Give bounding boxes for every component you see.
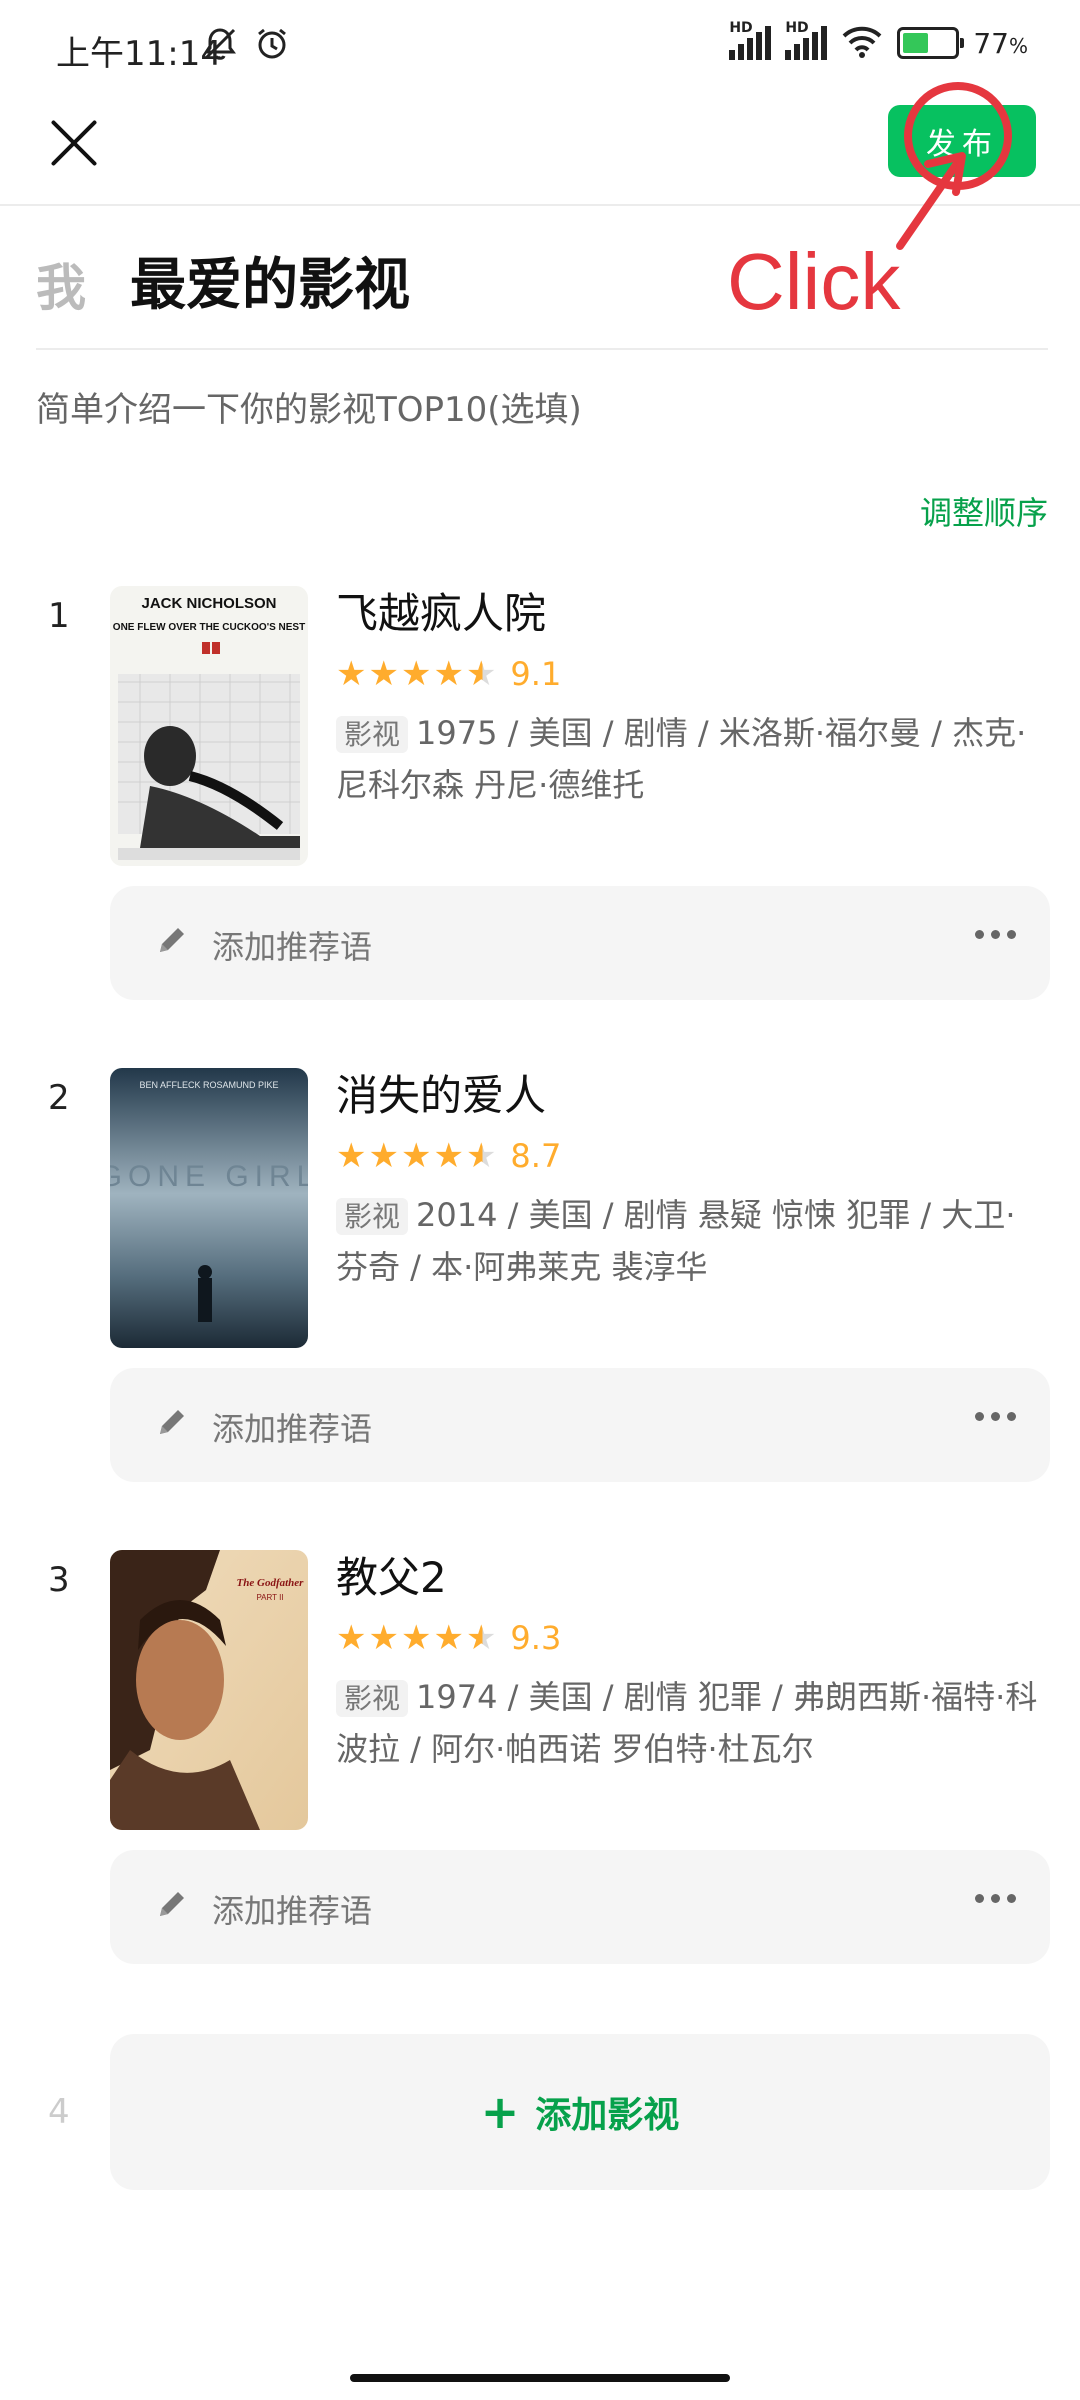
recommendation-placeholder: 添加推荐语 xyxy=(212,1892,373,1930)
battery-percent-unit: % xyxy=(1008,33,1028,58)
movie-title: 飞越疯人院 xyxy=(336,589,547,638)
battery-icon xyxy=(897,27,965,59)
battery-percent-value: 77 xyxy=(973,26,1009,60)
status-left-icons xyxy=(202,26,290,66)
more-icon[interactable] xyxy=(975,930,1016,939)
mute-bell-icon xyxy=(202,26,238,66)
movie-meta: 影视 1974 / 美国 / 剧情 犯罪 / 弗朗西斯·福特·科波拉 / 阿尔·帕… xyxy=(336,1672,1046,1774)
star-icon: ★ xyxy=(368,1136,399,1176)
category-tag: 影视 xyxy=(336,716,409,753)
pencil-icon xyxy=(160,928,184,952)
status-right: HD HD 77% xyxy=(729,20,1028,62)
star-rating: ★ ★ ★ ★ ★ xyxy=(336,1618,496,1658)
movie-meta: 影视 1975 / 美国 / 剧情 / 米洛斯·福尔曼 / 杰克·尼科尔森 丹尼·… xyxy=(336,708,1046,810)
poster-actor-text: JACK NICHOLSON xyxy=(141,595,276,612)
category-tag: 影视 xyxy=(336,1680,409,1717)
add-movie-label: 添加影视 xyxy=(535,2095,680,2136)
pencil-icon xyxy=(160,1892,184,1916)
next-item-number: 4 xyxy=(48,2092,70,2132)
list-title-input[interactable]: 最爱的影视 xyxy=(130,240,410,321)
category-tag: 影视 xyxy=(336,1198,409,1235)
poster-subtitle-text: PART II xyxy=(256,1593,283,1602)
wifi-icon xyxy=(841,24,883,62)
recommendation-placeholder: 添加推荐语 xyxy=(212,1410,373,1448)
title-row: 我 最爱的影视 xyxy=(36,240,1048,350)
alarm-icon xyxy=(254,26,290,66)
item-number: 2 xyxy=(48,1078,70,1118)
star-icon: ★ xyxy=(368,654,399,694)
signal-icon: HD xyxy=(785,20,828,60)
star-icon: ★ xyxy=(433,1136,464,1176)
poster-title-text: ONE FLEW OVER THE CUCKOO'S NEST xyxy=(113,622,305,633)
rating-row: ★ ★ ★ ★ ★ 8.7 xyxy=(336,1134,1046,1178)
movie-info[interactable]: 教父2 ★ ★ ★ ★ ★ 9.3 影视 1974 / 美国 / 剧情 犯罪 / 弗朗西斯… xyxy=(336,1550,1046,1774)
recommendation-input[interactable]: 添加推荐语 xyxy=(110,886,1050,1000)
movie-meta-text: 1974 / 美国 / 剧情 犯罪 / 弗朗西斯·福特·科波拉 / 阿尔·帕西诺… xyxy=(336,1678,1038,1768)
star-icon: ★ xyxy=(336,654,367,694)
battery-percent: 77% xyxy=(973,27,1028,60)
star-icon: ★ xyxy=(433,1618,464,1658)
author-label: 我 xyxy=(36,259,86,317)
movie-title: 消失的爱人 xyxy=(336,1071,547,1120)
pencil-icon xyxy=(160,1410,184,1434)
status-time: 上午11:14 xyxy=(56,34,222,74)
status-bar: 上午11:14 HD HD 77% xyxy=(0,0,1080,100)
poster-title-text: The Godfather xyxy=(237,1577,305,1589)
close-icon[interactable] xyxy=(46,114,102,170)
plus-icon: + xyxy=(480,2085,520,2139)
movie-meta-text: 1975 / 美国 / 剧情 / 米洛斯·福尔曼 / 杰克·尼科尔森 丹尼·德维… xyxy=(336,714,1027,804)
battery-fill xyxy=(903,33,928,53)
star-rating: ★ ★ ★ ★ ★ xyxy=(336,1136,496,1176)
rating-row: ★ ★ ★ ★ ★ 9.1 xyxy=(336,652,1046,696)
movie-title: 教父2 xyxy=(336,1553,447,1602)
star-rating: ★ ★ ★ ★ ★ xyxy=(336,654,496,694)
more-icon[interactable] xyxy=(975,1412,1016,1421)
recommendation-input[interactable]: 添加推荐语 xyxy=(110,1368,1050,1482)
movie-poster[interactable]: BEN AFFLECK ROSAMUND PIKE GONE GIRL xyxy=(110,1068,308,1348)
star-icon: ★ xyxy=(400,654,432,694)
hd-label: HD xyxy=(785,20,809,36)
rating-score: 9.1 xyxy=(510,655,562,693)
rating-score: 9.3 xyxy=(510,1619,562,1657)
star-icon: ★ xyxy=(400,1136,432,1176)
add-movie-button[interactable]: + 添加影视 xyxy=(110,2034,1050,2190)
half-star-icon: ★ xyxy=(465,1618,497,1658)
half-star-icon: ★ xyxy=(465,654,497,694)
movie-meta-text: 2014 / 美国 / 剧情 悬疑 惊悚 犯罪 / 大卫·芬奇 / 本·阿弗莱克… xyxy=(336,1196,1016,1286)
rating-row: ★ ★ ★ ★ ★ 9.3 xyxy=(336,1616,1046,1660)
hd-label: HD xyxy=(729,20,753,36)
movie-info[interactable]: 飞越疯人院 ★ ★ ★ ★ ★ 9.1 影视 1975 / 美国 / 剧情 / 米洛斯·福… xyxy=(336,586,1046,810)
page: 上午11:14 HD HD 77% 发布 Click 我 最爱的影视 简单介绍一… xyxy=(0,0,1080,2400)
star-icon: ★ xyxy=(433,654,464,694)
star-icon: ★ xyxy=(368,1618,399,1658)
intro-input[interactable]: 简单介绍一下你的影视TOP10(选填) xyxy=(36,382,582,431)
reorder-button[interactable]: 调整顺序 xyxy=(920,488,1048,534)
poster-actor-text: BEN AFFLECK ROSAMUND PIKE xyxy=(139,1080,278,1090)
star-icon: ★ xyxy=(400,1618,432,1658)
item-number: 3 xyxy=(48,1560,70,1600)
rating-score: 8.7 xyxy=(510,1137,562,1175)
recommendation-placeholder: 添加推荐语 xyxy=(212,928,373,966)
movie-poster[interactable]: JACK NICHOLSON ONE FLEW OVER THE CUCKOO'… xyxy=(110,586,308,866)
poster-title-text: GONE GIRL xyxy=(110,1160,308,1193)
home-indicator[interactable] xyxy=(350,2374,730,2382)
battery-tip xyxy=(960,38,965,48)
movie-poster[interactable]: The Godfather PART II xyxy=(110,1550,308,1830)
signal-icon: HD xyxy=(729,20,772,60)
more-icon[interactable] xyxy=(975,1894,1016,1903)
half-star-icon: ★ xyxy=(465,1136,497,1176)
item-number: 1 xyxy=(48,596,70,636)
star-icon: ★ xyxy=(336,1618,367,1658)
movie-meta: 影视 2014 / 美国 / 剧情 悬疑 惊悚 犯罪 / 大卫·芬奇 / 本·阿弗… xyxy=(336,1190,1046,1292)
star-icon: ★ xyxy=(336,1136,367,1176)
movie-info[interactable]: 消失的爱人 ★ ★ ★ ★ ★ 8.7 影视 2014 / 美国 / 剧情 悬疑 惊悚 犯… xyxy=(336,1068,1046,1292)
recommendation-input[interactable]: 添加推荐语 xyxy=(110,1850,1050,1964)
